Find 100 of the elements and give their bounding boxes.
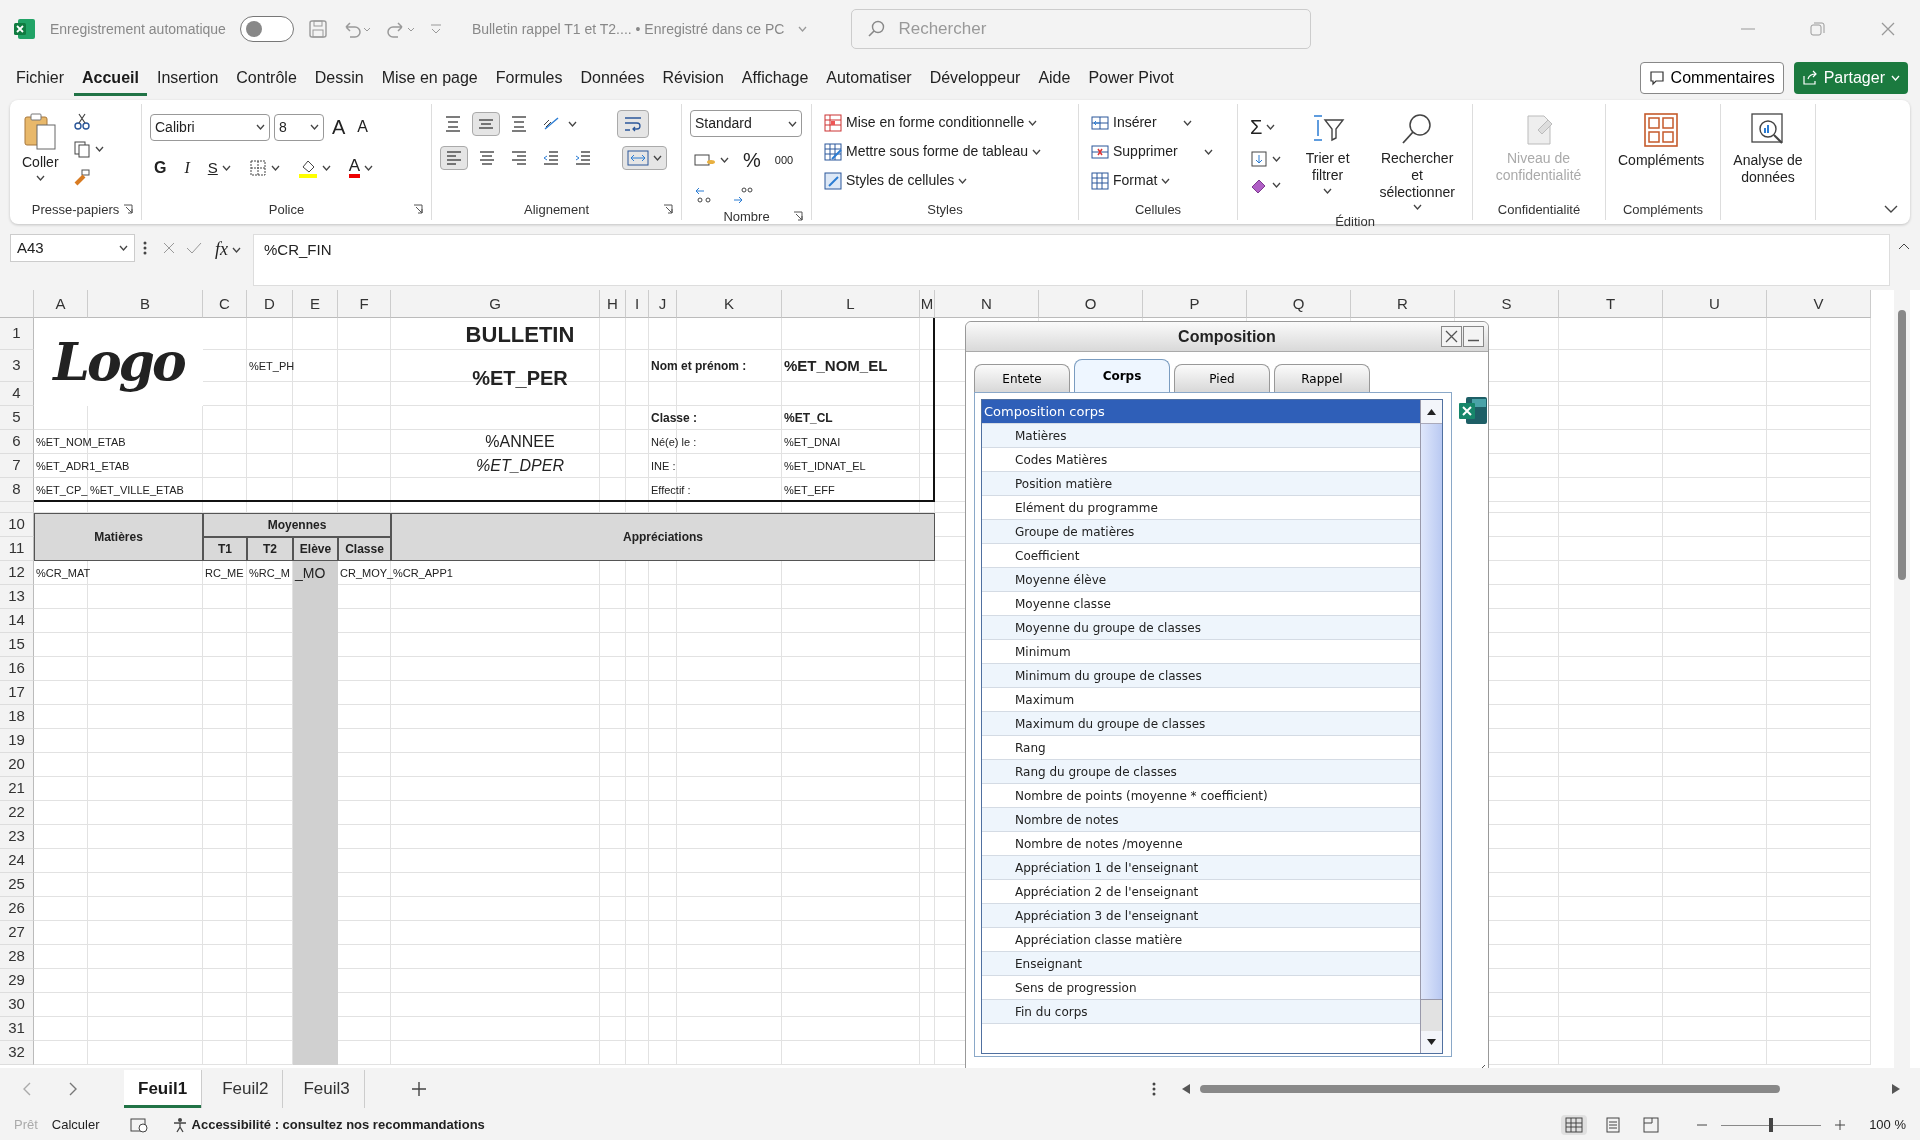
menu-tab[interactable]: Contrôle bbox=[228, 60, 305, 96]
row-header[interactable]: 23 bbox=[0, 825, 34, 849]
row-header[interactable]: 1 bbox=[0, 318, 34, 350]
align-left-button[interactable] bbox=[440, 146, 468, 170]
menu-tab[interactable]: Données bbox=[572, 60, 653, 96]
row-header[interactable]: 18 bbox=[0, 705, 34, 729]
menu-tab[interactable]: Power Pivot bbox=[1080, 60, 1182, 96]
row-header[interactable]: 5 bbox=[0, 406, 34, 430]
menu-tab[interactable]: Révision bbox=[654, 60, 732, 96]
menu-tab[interactable]: Dessin bbox=[306, 60, 372, 96]
scroll-down-button[interactable] bbox=[1421, 1031, 1442, 1053]
minimize-button[interactable] bbox=[1463, 326, 1484, 347]
close-button[interactable] bbox=[1441, 326, 1462, 347]
formula-field[interactable]: %CR_FIN bbox=[253, 234, 1890, 286]
row-header[interactable]: 24 bbox=[0, 849, 34, 873]
row-header[interactable]: 32 bbox=[0, 1041, 34, 1065]
column-header[interactable]: G bbox=[391, 290, 600, 318]
list-item[interactable]: Fin du corps bbox=[982, 1000, 1420, 1024]
column-header[interactable]: D bbox=[247, 290, 293, 318]
scroll-left-icon[interactable] bbox=[1182, 1084, 1190, 1094]
row-header[interactable]: 21 bbox=[0, 777, 34, 801]
collapse-ribbon-icon[interactable] bbox=[1884, 204, 1898, 214]
wrap-text-button[interactable] bbox=[617, 110, 649, 138]
dialog-tab[interactable]: Entete bbox=[974, 364, 1070, 392]
row-header[interactable]: 26 bbox=[0, 897, 34, 921]
column-header[interactable]: C bbox=[203, 290, 247, 318]
column-header[interactable]: T bbox=[1559, 290, 1663, 318]
italic-button[interactable]: I bbox=[180, 154, 194, 182]
customize-icon[interactable] bbox=[429, 23, 442, 35]
list-item[interactable]: Maximum du groupe de classes bbox=[982, 712, 1420, 736]
menu-tab[interactable]: Affichage bbox=[733, 60, 817, 96]
row-header[interactable]: 29 bbox=[0, 969, 34, 993]
column-header[interactable]: H bbox=[600, 290, 626, 318]
align-middle-button[interactable] bbox=[472, 112, 500, 136]
delete-cells-button[interactable]: Supprimer bbox=[1087, 139, 1217, 164]
add-ins-button[interactable]: Compléments bbox=[1614, 110, 1709, 200]
column-header[interactable]: S bbox=[1455, 290, 1559, 318]
format-as-table-button[interactable]: Mettre sous forme de tableau bbox=[820, 139, 1046, 164]
add-sheet-icon[interactable] bbox=[410, 1081, 427, 1097]
row-header[interactable]: 10 bbox=[0, 513, 34, 537]
conditional-format-button[interactable]: Mise en forme conditionnelle bbox=[820, 110, 1046, 135]
column-header[interactable]: O bbox=[1039, 290, 1143, 318]
menu-tab[interactable]: Insertion bbox=[148, 60, 227, 96]
scroll-right-icon[interactable] bbox=[1892, 1084, 1900, 1094]
dialog-tab[interactable]: Pied bbox=[1174, 364, 1270, 392]
list-item[interactable]: Groupe de matières bbox=[982, 520, 1420, 544]
font-color-button[interactable]: A bbox=[344, 156, 378, 180]
column-header[interactable]: A bbox=[34, 290, 88, 318]
number-format-field[interactable]: Standard bbox=[690, 110, 802, 137]
slider-thumb[interactable] bbox=[1769, 1118, 1774, 1132]
menu-tab[interactable]: Accueil bbox=[74, 60, 147, 96]
list-item[interactable]: Moyenne élève bbox=[982, 568, 1420, 592]
name-box[interactable]: A43 bbox=[10, 234, 135, 262]
column-header[interactable]: P bbox=[1143, 290, 1247, 318]
row-header[interactable]: 27 bbox=[0, 921, 34, 945]
underline-button[interactable]: S bbox=[203, 154, 235, 182]
list-item[interactable]: Matières bbox=[982, 424, 1420, 448]
column-header[interactable]: V bbox=[1767, 290, 1871, 318]
redo-icon[interactable] bbox=[385, 19, 416, 39]
list-item[interactable]: Position matière bbox=[982, 472, 1420, 496]
row-header[interactable]: 8 bbox=[0, 478, 34, 502]
normal-view-button[interactable] bbox=[1561, 1115, 1588, 1135]
column-header[interactable]: R bbox=[1351, 290, 1455, 318]
autosum-button[interactable]: Σ bbox=[1246, 110, 1285, 144]
shrink-font-button[interactable]: A bbox=[353, 113, 372, 141]
row-header[interactable]: 12 bbox=[0, 561, 34, 585]
cell-styles-button[interactable]: Styles de cellules bbox=[820, 168, 1046, 193]
column-header[interactable]: J bbox=[649, 290, 677, 318]
more-options-icon[interactable] bbox=[143, 240, 147, 256]
merge-center-button[interactable] bbox=[622, 146, 667, 170]
menu-tab[interactable]: Automatiser bbox=[818, 60, 920, 96]
column-header[interactable]: L bbox=[782, 290, 920, 318]
accessibility-status[interactable]: Accessibilité : consultez nos recommandations bbox=[171, 1115, 485, 1135]
column-header[interactable]: N bbox=[935, 290, 1039, 318]
scrollbar-thumb[interactable] bbox=[1898, 310, 1906, 580]
check-icon[interactable] bbox=[185, 240, 203, 256]
row-header[interactable]: 15 bbox=[0, 633, 34, 657]
scrollbar-thumb[interactable] bbox=[1200, 1085, 1780, 1093]
column-header[interactable]: B bbox=[88, 290, 203, 318]
list-item[interactable]: Minimum du groupe de classes bbox=[982, 664, 1420, 688]
scroll-up-button[interactable] bbox=[1421, 400, 1442, 424]
font-name-field[interactable]: Calibri bbox=[150, 113, 270, 141]
menu-tab[interactable]: Développeur bbox=[921, 60, 1029, 96]
insert-function-button[interactable]: fx bbox=[211, 234, 245, 265]
cancel-icon[interactable] bbox=[161, 240, 177, 256]
list-group-header[interactable]: Composition corps bbox=[982, 400, 1420, 424]
thousands-button[interactable]: 000 bbox=[770, 149, 798, 171]
row-header[interactable]: 14 bbox=[0, 609, 34, 633]
list-item[interactable]: Enseignant bbox=[982, 952, 1420, 976]
dialog-tab[interactable]: Corps bbox=[1074, 359, 1170, 392]
format-cells-button[interactable]: Format bbox=[1087, 168, 1217, 193]
row-header[interactable]: 7 bbox=[0, 454, 34, 478]
row-header[interactable]: 19 bbox=[0, 729, 34, 753]
list-item[interactable]: Rang du groupe de classes bbox=[982, 760, 1420, 784]
row-header[interactable]: 6 bbox=[0, 430, 34, 454]
find-select-button[interactable]: Rechercher et sélectionner bbox=[1370, 110, 1464, 213]
dialog-tab[interactable]: Rappel bbox=[1274, 364, 1370, 392]
column-header[interactable]: F bbox=[338, 290, 391, 318]
font-size-field[interactable]: 8 bbox=[274, 113, 324, 141]
percent-button[interactable]: % bbox=[739, 143, 765, 177]
